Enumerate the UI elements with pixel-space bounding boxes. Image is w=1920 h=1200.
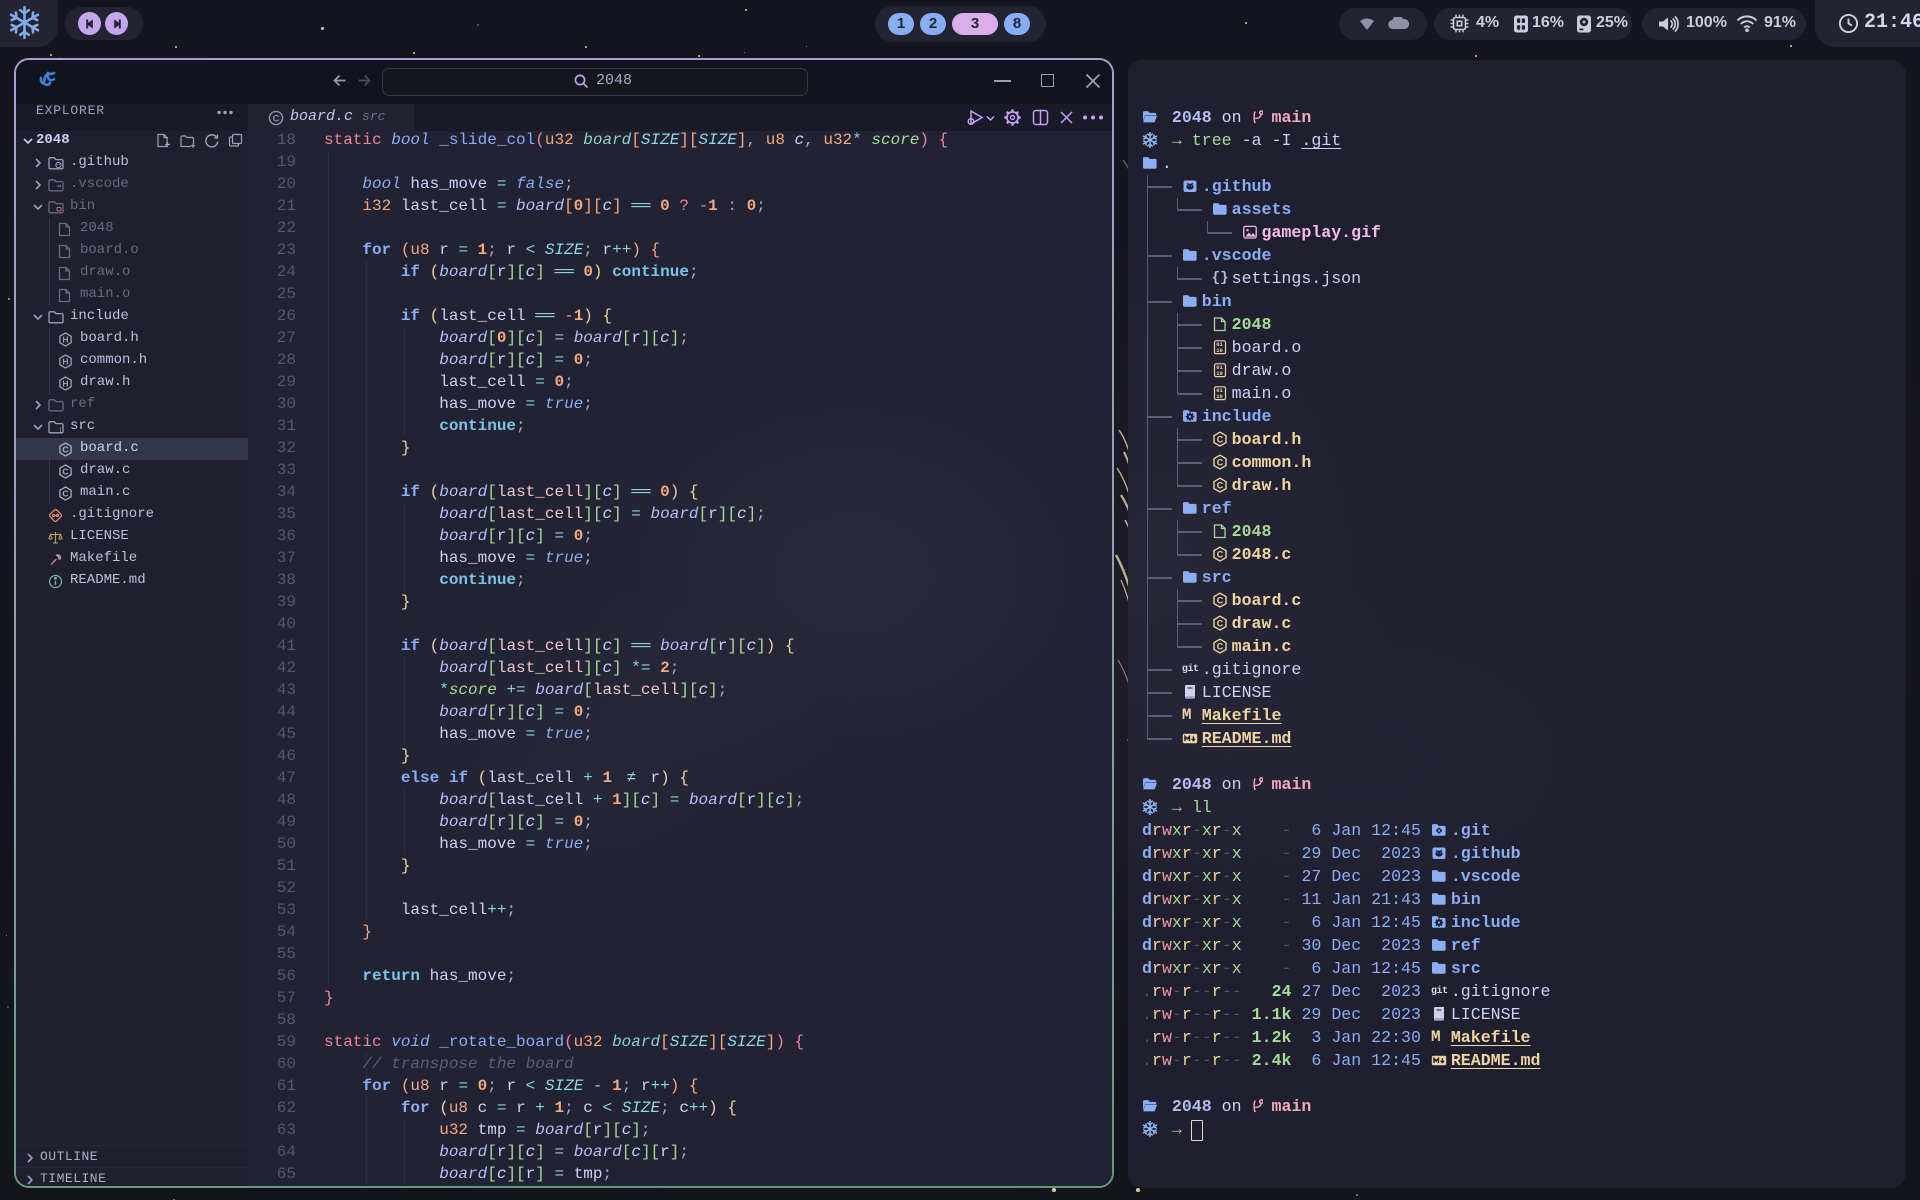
svg-text:C: C (1216, 550, 1223, 560)
svg-text:C: C (1216, 481, 1223, 491)
svg-text:C: C (1216, 458, 1223, 468)
svg-text:10: 10 (1216, 393, 1223, 400)
svg-text:10: 10 (1216, 347, 1223, 354)
svg-text:C: C (1216, 596, 1223, 606)
svg-text:C: C (1216, 642, 1223, 652)
svg-text:10: 10 (1216, 370, 1223, 377)
svg-text:C: C (1216, 435, 1223, 445)
svg-text:C: C (1216, 619, 1223, 629)
